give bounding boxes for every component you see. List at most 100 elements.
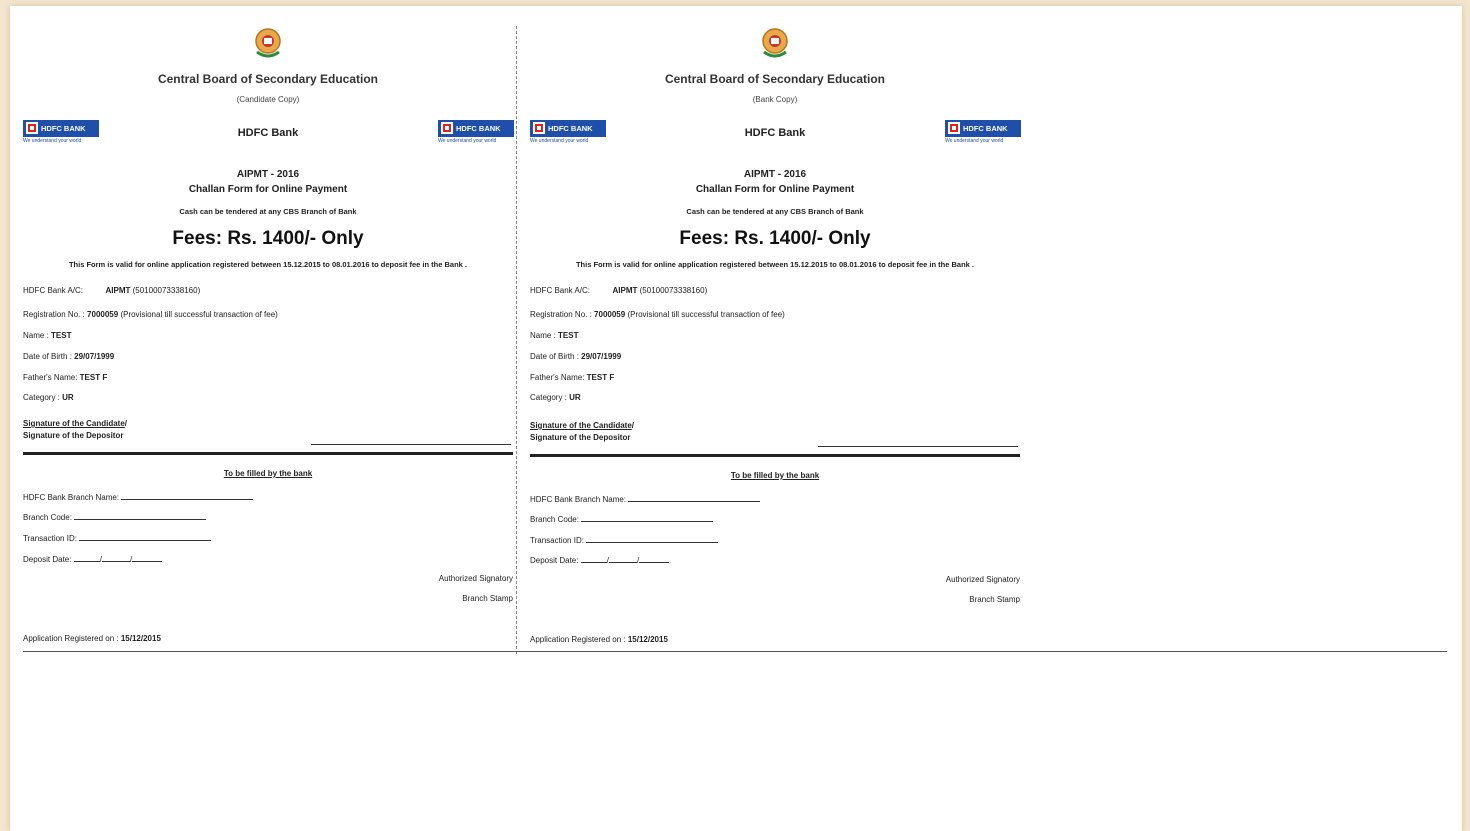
account-value: AIPMT — [105, 286, 131, 295]
registration-row: Registration No. : 7000059 (Provisional … — [530, 310, 785, 319]
cbse-emblem-icon — [255, 28, 281, 58]
registration-value: 7000059 — [87, 310, 119, 319]
signature-depositor: Signature of the Depositor — [530, 433, 631, 442]
registered-label: Application Registered on : — [23, 634, 119, 643]
name-label: Name : — [23, 331, 49, 340]
branch-code-field[interactable] — [74, 511, 207, 520]
branch-stamp: Branch Stamp — [969, 595, 1020, 604]
account-number: (50100073338160) — [132, 286, 201, 295]
branch-name-field[interactable] — [121, 491, 254, 500]
deposit-month-field[interactable] — [608, 554, 637, 563]
branch-name-label: HDFC Bank Branch Name: — [23, 493, 120, 502]
deposit-row: Deposit Date: / / — [23, 553, 163, 564]
branch-code-label: Branch Code: — [23, 513, 72, 522]
transaction-field[interactable] — [586, 534, 719, 543]
registration-note: (Provisional till successful transaction… — [120, 310, 278, 319]
signature-block: Signature of the Candidate/ Signature of… — [23, 419, 128, 440]
deposit-day-field[interactable] — [73, 553, 100, 562]
name-row: Name : TEST — [530, 331, 578, 340]
hdfc-mark-icon — [441, 122, 453, 134]
exam-title: AIPMT - 2016 Challan Form for Online Pay… — [530, 167, 1020, 197]
branch-code-field[interactable] — [581, 513, 714, 522]
branch-code-label: Branch Code: — [530, 515, 579, 524]
account-row: HDFC Bank A/C: AIPMT (50100073338160) — [23, 286, 200, 295]
registration-value: 7000059 — [594, 310, 626, 319]
deposit-year-field[interactable] — [639, 554, 670, 563]
challan-page: Central Board of Secondary Education (Ca… — [10, 6, 1462, 831]
transaction-row: Transaction ID: — [530, 534, 719, 545]
account-label: HDFC Bank A/C: — [23, 286, 84, 295]
exam-name: AIPMT - 2016 — [743, 169, 807, 180]
dob-label: Date of Birth : — [23, 352, 72, 361]
exam-title: AIPMT - 2016 Challan Form for Online Pay… — [23, 167, 513, 197]
signature-candidate: Signature of the Candidate — [530, 421, 632, 430]
logo-tagline: We understand your world — [945, 138, 1004, 144]
section-divider — [530, 454, 1020, 457]
deposit-day-field[interactable] — [580, 554, 607, 563]
hdfc-logo-right: HDFC BANK We understand your world — [945, 120, 1023, 148]
fees-amount: Fees: Rs. 1400/- Only — [679, 228, 871, 249]
bottom-rule — [23, 651, 1447, 652]
logo-tagline: We understand your world — [438, 138, 497, 144]
father-label: Father's Name: — [530, 373, 585, 382]
cash-note: Cash can be tendered at any CBS Branch o… — [686, 207, 864, 216]
branch-stamp: Branch Stamp — [462, 594, 513, 603]
deposit-label: Deposit Date: — [530, 556, 579, 565]
name-value: TEST — [558, 331, 579, 340]
transaction-row: Transaction ID: — [23, 532, 212, 543]
name-row: Name : TEST — [23, 331, 71, 340]
account-number: (50100073338160) — [639, 286, 708, 295]
candidate-copy: Central Board of Secondary Education (Ca… — [23, 6, 514, 656]
category-row: Category : UR — [530, 393, 581, 402]
registered-row: Application Registered on : 15/12/2015 — [530, 635, 668, 644]
form-title: Challan Form for Online Payment — [188, 184, 348, 195]
copy-type: (Candidate Copy) — [236, 95, 300, 104]
dob-row: Date of Birth : 29/07/1999 — [530, 352, 621, 361]
branch-name-label: HDFC Bank Branch Name: — [530, 495, 627, 504]
validity-note: This Form is valid for online applicatio… — [68, 260, 468, 269]
hdfc-mark-icon — [948, 122, 960, 134]
form-title: Challan Form for Online Payment — [695, 184, 855, 195]
registration-note: (Provisional till successful transaction… — [627, 310, 785, 319]
branch-name-row: HDFC Bank Branch Name: — [530, 493, 761, 504]
account-label: HDFC Bank A/C: — [530, 286, 591, 295]
deposit-label: Deposit Date: — [23, 555, 72, 564]
account-row: HDFC Bank A/C: AIPMT (50100073338160) — [530, 286, 707, 295]
signature-line — [818, 446, 1018, 447]
category-value: UR — [569, 393, 581, 402]
deposit-month-field[interactable] — [101, 553, 130, 562]
transaction-field[interactable] — [79, 532, 212, 541]
validity-note: This Form is valid for online applicatio… — [575, 260, 975, 269]
deposit-year-field[interactable] — [132, 553, 163, 562]
name-value: TEST — [51, 331, 72, 340]
category-row: Category : UR — [23, 393, 74, 402]
copy-divider — [516, 26, 517, 654]
logo-text: HDFC BANK — [963, 124, 1008, 133]
category-label: Category : — [530, 393, 567, 402]
father-row: Father's Name: TEST F — [23, 373, 107, 382]
registered-label: Application Registered on : — [530, 635, 626, 644]
registration-label: Registration No. : — [23, 310, 85, 319]
registered-value: 15/12/2015 — [120, 634, 161, 643]
deposit-row: Deposit Date: / / — [530, 554, 670, 565]
cash-note: Cash can be tendered at any CBS Branch o… — [179, 207, 357, 216]
category-value: UR — [62, 393, 74, 402]
signature-block: Signature of the Candidate/ Signature of… — [530, 421, 635, 442]
registered-row: Application Registered on : 15/12/2015 — [23, 634, 161, 643]
fees-amount: Fees: Rs. 1400/- Only — [172, 228, 364, 249]
dob-label: Date of Birth : — [530, 352, 579, 361]
dob-value: 29/07/1999 — [581, 352, 622, 361]
branch-name-field[interactable] — [628, 493, 761, 502]
authorized-signatory: Authorized Signatory — [945, 575, 1020, 584]
branch-name-row: HDFC Bank Branch Name: — [23, 491, 254, 502]
father-value: TEST F — [586, 373, 615, 382]
signature-candidate: Signature of the Candidate — [23, 419, 125, 428]
cbse-emblem-icon — [762, 28, 788, 58]
bank-copy: Central Board of Secondary Education (Ba… — [530, 6, 1023, 656]
registration-row: Registration No. : 7000059 (Provisional … — [23, 310, 278, 319]
branch-code-row: Branch Code: — [530, 513, 714, 524]
father-label: Father's Name: — [23, 373, 78, 382]
registered-value: 15/12/2015 — [627, 635, 668, 644]
registration-label: Registration No. : — [530, 310, 592, 319]
section-divider — [23, 452, 513, 455]
